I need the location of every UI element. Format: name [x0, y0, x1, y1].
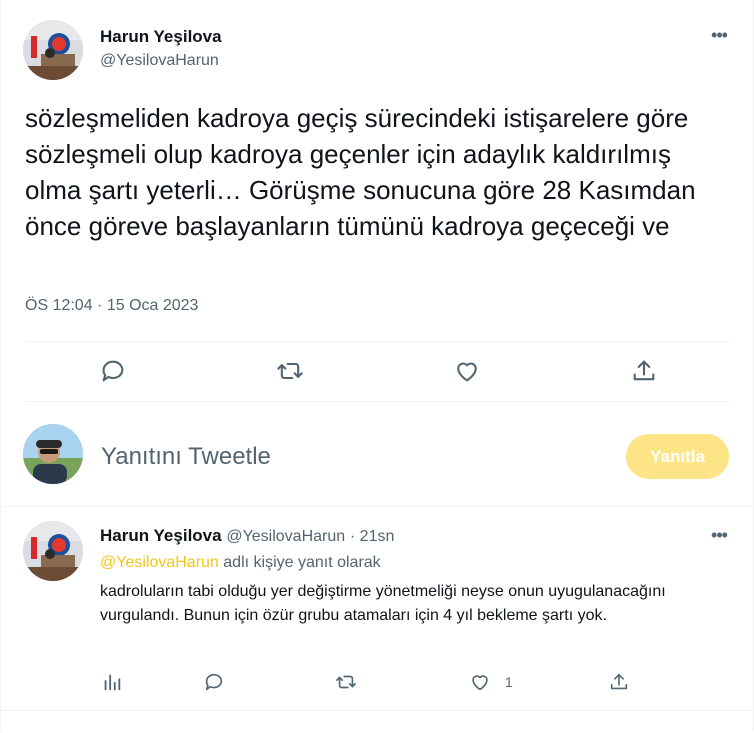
replying-to-suffix: adlı kişiye yanıt olarak [218, 554, 381, 571]
reply-author-name[interactable]: Harun Yeşilova [100, 526, 222, 545]
reply-header: Harun Yeşilova @YesilovaHarun · 21sn [100, 526, 394, 546]
tweet-timestamp[interactable]: ÖS 12:04 · 15 Oca 2023 [25, 297, 198, 315]
divider [25, 341, 731, 342]
author-avatar[interactable] [23, 20, 83, 80]
replying-to-mention[interactable]: @YesilovaHarun [100, 554, 219, 571]
share-icon[interactable] [630, 357, 658, 385]
divider [2, 506, 753, 507]
like-icon[interactable] [453, 357, 481, 385]
current-user-avatar[interactable] [23, 424, 83, 484]
like-count: 1 [505, 674, 513, 690]
reply-author-avatar[interactable] [23, 521, 83, 581]
reply-button[interactable]: Yanıtla [626, 434, 729, 479]
divider [2, 710, 753, 711]
reply-icon[interactable] [99, 357, 127, 385]
tweet-text: sözleşmeliden kadroya geçiş sürecindeki … [25, 103, 696, 241]
retweet-icon[interactable] [276, 357, 304, 385]
tweet-page: Harun Yeşilova @YesilovaHarun ••• sözleş… [0, 0, 754, 731]
divider [25, 401, 731, 402]
retweet-icon[interactable] [335, 671, 357, 693]
author-handle[interactable]: @YesilovaHarun [100, 52, 219, 70]
reply-author-handle[interactable]: @YesilovaHarun [226, 528, 345, 545]
share-icon[interactable] [608, 671, 630, 693]
more-icon[interactable]: ••• [708, 526, 730, 544]
reply-text: kadroluların tabi olduğu yer değiştirme … [100, 583, 666, 624]
like-icon[interactable] [469, 671, 491, 693]
reply-compose-input[interactable]: Yanıtını Tweetle [101, 443, 271, 471]
author-name[interactable]: Harun Yeşilova [100, 27, 222, 47]
replying-to: @YesilovaHarun adlı kişiye yanıt olarak [100, 554, 381, 572]
reply-icon[interactable] [203, 671, 225, 693]
more-icon[interactable]: ••• [708, 26, 730, 44]
reply-time[interactable]: 21sn [360, 528, 395, 545]
analytics-icon[interactable] [101, 671, 123, 693]
reply-separator: · [349, 528, 360, 545]
